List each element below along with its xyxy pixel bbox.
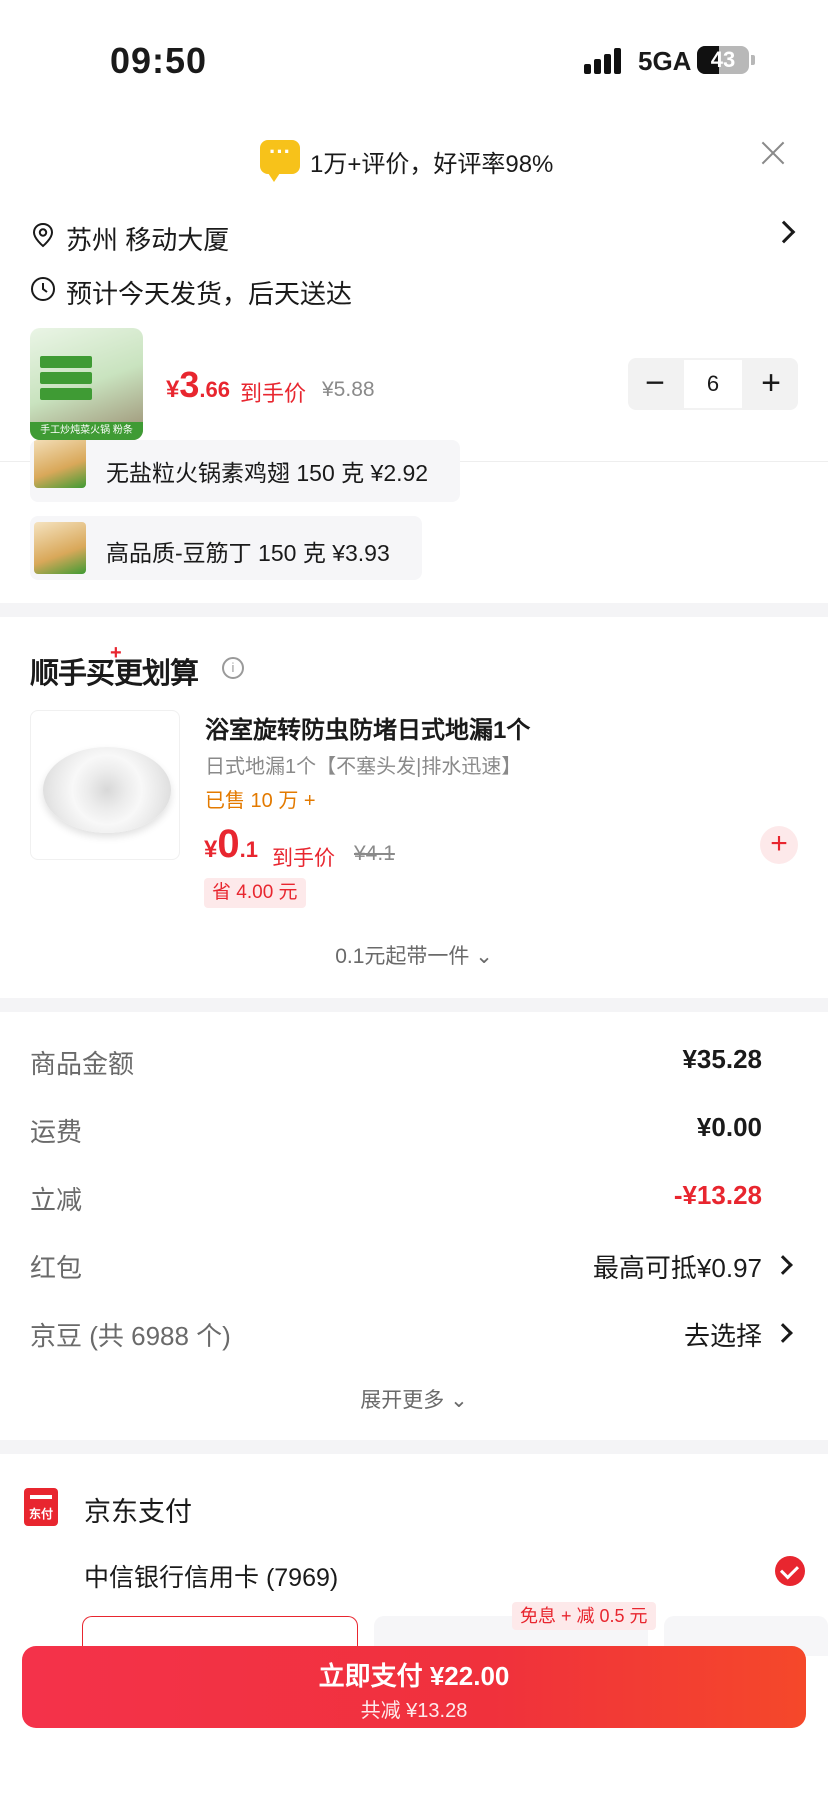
status-bar: 09:50 5GA 43 bbox=[0, 0, 828, 120]
chevron-right-icon bbox=[773, 1323, 793, 1343]
quantity-value[interactable]: 6 bbox=[684, 360, 742, 408]
rating-banner: ··· 1万+评价，好评率98% bbox=[0, 134, 828, 184]
promo-badge: 免息 + 减 0.5 元 bbox=[512, 1602, 656, 1630]
address-text: 苏州 移动大厦 bbox=[66, 225, 230, 255]
pay-button-label: 立即支付 ¥22.00 bbox=[318, 1661, 510, 1691]
addon-price-label: 到手价 bbox=[272, 847, 335, 870]
chevron-right-icon bbox=[773, 1255, 793, 1275]
addon-sold-count: 已售 10 万 + bbox=[205, 790, 316, 812]
gift-thumbnail bbox=[34, 440, 86, 488]
close-icon[interactable] bbox=[758, 138, 788, 168]
network-type: 5GA bbox=[638, 46, 692, 76]
addon-name[interactable]: 浴室旋转防虫防堵日式地漏1个 bbox=[205, 710, 530, 745]
jd-pay-logo: 东付 bbox=[24, 1488, 58, 1526]
product-thumbnail[interactable]: 手工炒炖菜火锅 粉条 bbox=[30, 328, 143, 440]
gift-text: 无盐粒火锅素鸡翅 150 克 ¥2.92 bbox=[106, 460, 429, 486]
gift-item: 无盐粒火锅素鸡翅 150 克 ¥2.92 bbox=[30, 440, 460, 502]
shipping-row: 预计今天发货，后天送达 bbox=[30, 270, 800, 310]
summary-row-goods: 商品金额 ¥35.28 bbox=[30, 1044, 762, 1079]
addon-section-title: 顺手买更划算 + bbox=[30, 642, 199, 690]
chat-bubble-icon: ··· bbox=[260, 140, 300, 182]
floor-drain-image bbox=[43, 747, 171, 833]
quantity-stepper: − 6 + bbox=[628, 358, 798, 410]
gift-text: 高品质-豆筋丁 150 克 ¥3.93 bbox=[106, 540, 390, 566]
info-icon[interactable]: i bbox=[222, 657, 244, 679]
pay-now-button[interactable]: 立即支付 ¥22.00 共减 ¥13.28 bbox=[22, 1646, 806, 1728]
rating-text: 1万+评价，好评率98% bbox=[310, 151, 554, 178]
section-divider bbox=[0, 998, 828, 1012]
chevron-right-icon bbox=[772, 220, 796, 244]
addon-spec: 日式地漏1个【不塞头发|排水迅速】 bbox=[205, 756, 522, 778]
thumbnail-band: 手工炒炖菜火锅 粉条 bbox=[30, 422, 143, 440]
addon-save-badge: 省 4.00 元 bbox=[204, 878, 306, 908]
addon-price: ¥0.1 bbox=[204, 822, 258, 866]
original-price: ¥5.88 bbox=[322, 378, 375, 401]
payment-method-title: 京东支付 bbox=[84, 1497, 192, 1527]
battery-level: 43 bbox=[710, 47, 736, 72]
increase-button[interactable]: + bbox=[744, 358, 798, 410]
signal-icon bbox=[584, 48, 628, 74]
decrease-button[interactable]: − bbox=[628, 358, 682, 410]
credit-card-option[interactable]: 中信银行信用卡 (7969) bbox=[84, 1558, 338, 1594]
add-addon-button[interactable]: + bbox=[760, 826, 798, 864]
plus-mark: + bbox=[110, 642, 122, 664]
summary-row-redpacket[interactable]: 红包 最高可抵¥0.97 bbox=[30, 1246, 800, 1286]
status-time: 09:50 bbox=[110, 40, 208, 81]
summary-row-shipping: 运费 ¥0.00 bbox=[30, 1112, 762, 1147]
product-price: ¥3.66 bbox=[166, 364, 230, 405]
checkmark-icon[interactable] bbox=[775, 1556, 805, 1586]
section-divider bbox=[0, 603, 828, 617]
pay-button-subtext: 共减 ¥13.28 bbox=[360, 1700, 468, 1722]
gift-item: 高品质-豆筋丁 150 克 ¥3.93 bbox=[30, 516, 422, 580]
battery-tip bbox=[751, 55, 755, 65]
summary-row-jingdou[interactable]: 京豆 (共 6988 个) 去选择 bbox=[30, 1314, 800, 1354]
location-pin-icon bbox=[32, 222, 54, 248]
price-label: 到手价 bbox=[240, 381, 307, 406]
addon-more-link[interactable]: 0.1元起带一件 ⌄ bbox=[0, 940, 828, 970]
summary-row-discount: 立减 -¥13.28 bbox=[30, 1180, 762, 1215]
gift-thumbnail bbox=[34, 522, 86, 574]
address-row[interactable]: 苏州 移动大厦 bbox=[30, 216, 800, 256]
expand-more-link[interactable]: 展开更多 ⌄ bbox=[0, 1384, 828, 1414]
section-divider bbox=[0, 1440, 828, 1454]
addon-thumbnail[interactable] bbox=[30, 710, 180, 860]
addon-original-price: ¥4.1 bbox=[354, 842, 395, 865]
clock-icon bbox=[31, 277, 55, 301]
shipping-text: 预计今天发货，后天送达 bbox=[66, 279, 353, 309]
battery-icon: 43 bbox=[697, 46, 749, 74]
